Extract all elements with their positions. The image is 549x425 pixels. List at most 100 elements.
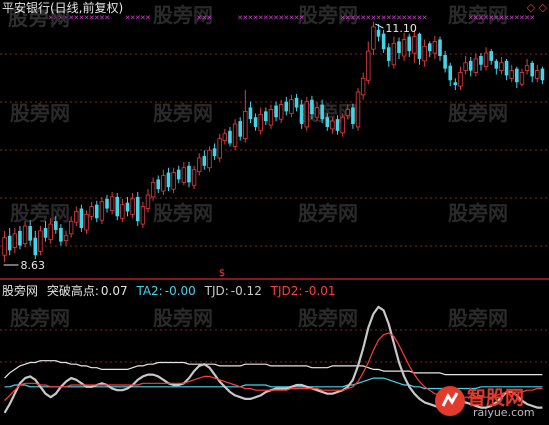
watermark: 股旁网 [153,306,213,330]
candle-body [156,179,161,190]
candle-body [519,72,525,85]
candle-body [18,230,22,246]
stock-chart-window: 股旁网 股旁网 股旁网 股旁网 股旁网 股旁网 股旁网 股旁网 股旁网 股旁网 股旁网 股旁网 股旁网股… [0,0,549,425]
candle-body [284,101,289,112]
candle-body [335,119,340,131]
legend-name: TJD2: [270,284,303,298]
candle-body [38,230,43,252]
legend-item-tjd: TJD: -0.12 [205,284,266,298]
watermark: 股旁网 [10,101,70,125]
signal-mark: ✕ [145,14,151,22]
chart-title: 平安银行(日线,前复权) [2,1,124,15]
candle-body [12,233,18,248]
watermark: 股旁网 [153,101,213,125]
candle-body [125,202,130,212]
legend-value: -0.00 [164,284,196,298]
candle-body [79,208,84,228]
candle-body [483,52,489,68]
candle-body [253,117,258,127]
candle-body [397,41,401,54]
legend-value: -0.01 [304,284,336,298]
candle-body [22,225,28,244]
candle-body [427,43,432,52]
signal-mark: ✕ [529,14,535,22]
candle-body [84,213,89,231]
candle-body [268,109,274,126]
candle-body [438,39,442,57]
candle-body [376,29,381,37]
candle-body [274,105,278,118]
candle-body [540,68,545,81]
candle-body [432,41,438,54]
candle-body [294,97,299,108]
candle-body [109,196,115,211]
candle-body [381,33,386,50]
signal-mark: ✕ [207,14,213,22]
candle-body [524,65,530,71]
candle-body [289,99,294,114]
watermark: 股旁网 [298,201,358,225]
high-pointer [375,23,384,29]
candle-body [243,110,248,139]
legend-item-tjd2: TJD2: -0.01 [271,284,336,298]
candle-body [330,120,335,130]
candle-body [360,77,366,96]
candle-body [197,157,202,173]
candle-body [443,55,447,69]
candle-body [473,58,479,73]
candle-body [407,36,412,52]
legend-name: TJD: [204,284,229,298]
candle-body [355,91,361,128]
candle-body [150,181,156,198]
legend-name: TA2: [136,284,163,298]
logo-icon [435,386,465,416]
candle-body [463,62,468,71]
candle-body [453,82,458,86]
candle-body [499,62,504,71]
candle-body [166,172,171,188]
candle-body [535,70,540,79]
candle-body [120,204,125,219]
candle-body [304,101,309,128]
candle-body [366,50,371,81]
candle-body [278,104,284,120]
candle-body [63,235,69,242]
candle-body [7,235,12,251]
watermark: 股旁网 [153,201,213,225]
candle-body [412,36,417,54]
candle-body [325,117,330,127]
candle-body [530,62,534,77]
candle-body [314,107,320,118]
candle-body [191,169,197,186]
candle-body [310,99,314,115]
series-line-突破高点 [4,360,543,379]
candle-body [207,149,212,169]
watermark: 股旁网 [448,201,508,225]
legend-value: 0.07 [100,284,128,298]
legend-name: 突破高点: [46,284,99,298]
low-label: 8.63 [21,259,46,272]
candle-body [248,107,253,120]
chart-canvas[interactable]: 股旁网 股旁网 股旁网股旁网 股旁网 股旁网 股旁网股旁网 股旁网 股旁网 股旁网股旁网 股旁网股… [0,0,549,425]
candle-body [171,172,176,190]
candle-body [99,201,105,221]
candle-body [264,111,268,122]
candle-body [140,206,146,225]
signal-mark: ✕ [299,14,305,22]
diamond-icon[interactable]: ◇ ◇ [527,1,547,14]
watermark: 股旁网 [10,201,70,225]
candle-body [59,227,63,242]
candle-body [161,175,166,192]
candle-body [74,211,79,223]
candle-body [468,60,473,71]
candle-body [391,42,397,66]
indicator-source-name: 股旁网 [2,284,39,298]
candle-body [401,39,407,57]
candle-body [515,68,519,83]
legend-value: -0.12 [230,284,262,298]
candle-body [320,104,324,120]
candle-body [458,72,463,87]
candle-body [494,60,499,69]
candle-body [28,226,32,241]
candle-body [232,123,238,147]
